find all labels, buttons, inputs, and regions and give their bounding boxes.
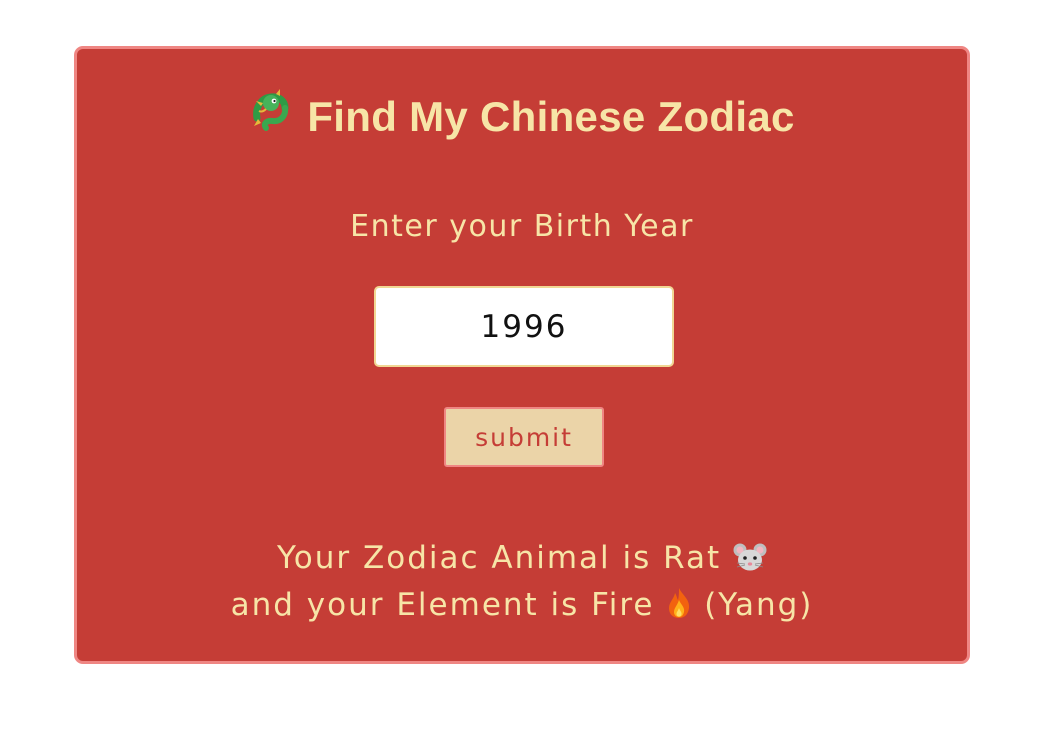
dragon-icon — [249, 88, 295, 146]
zodiac-result: Your Zodiac Animal is Rat and your Eleme… — [77, 537, 967, 631]
result-element-text: and your Element is Fire — [230, 587, 655, 623]
birth-year-label: Enter your Birth Year — [350, 209, 694, 244]
result-animal-line: Your Zodiac Animal is Rat — [77, 537, 967, 584]
fire-icon — [666, 587, 692, 631]
submit-button[interactable]: submit — [444, 407, 604, 467]
result-element-suffix: (Yang) — [704, 587, 814, 623]
birth-year-input[interactable] — [374, 286, 674, 367]
result-animal-text: Your Zodiac Animal is Rat — [276, 540, 722, 576]
result-element-line: and your Element is Fire (Yang) — [77, 584, 967, 631]
page-title: Find My Chinese Zodiac — [77, 88, 967, 149]
rat-icon — [733, 541, 767, 584]
zodiac-card: Find My Chinese Zodiac Enter your Birth … — [74, 46, 970, 664]
page-title-text: Find My Chinese Zodiac — [307, 93, 795, 141]
